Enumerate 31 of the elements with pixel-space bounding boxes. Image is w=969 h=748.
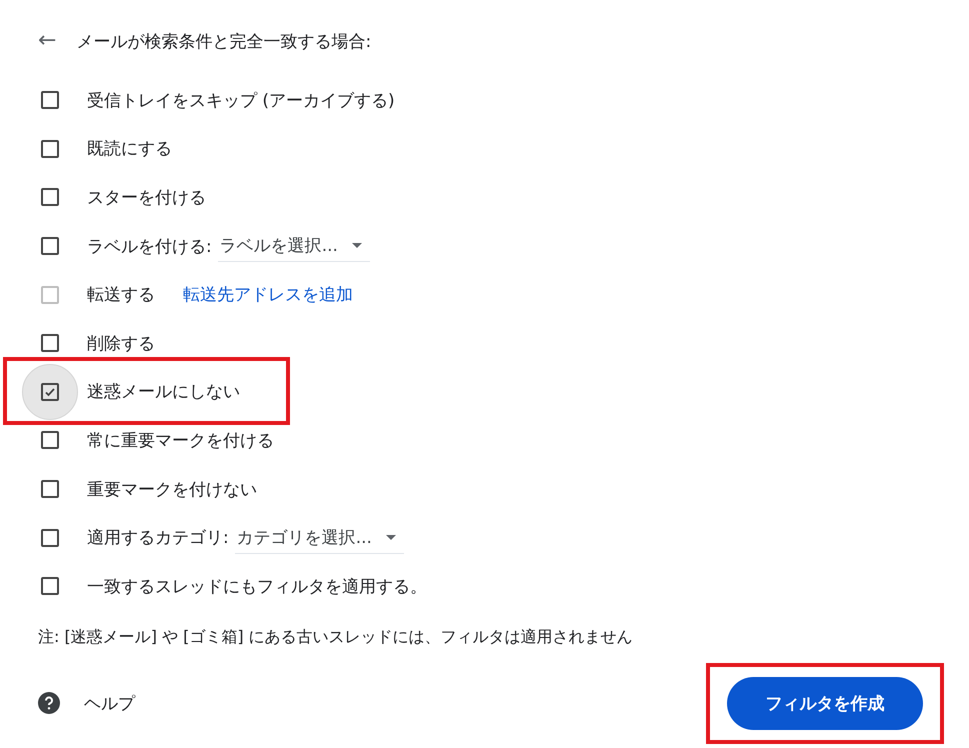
checkbox[interactable] [41,140,59,158]
dropdown[interactable]: カテゴリを選択... [234,522,404,554]
option-label: 適用するカテゴリ: [87,527,229,550]
checkbox[interactable] [41,480,59,498]
checkbox[interactable] [41,188,59,206]
check-icon [44,386,56,398]
checkbox[interactable] [41,91,59,110]
option-label: 常に重要マークを付ける [87,430,274,452]
option-label: 一致するスレッドにもフィルタを適用する。 [87,576,427,598]
option-label: 転送する [87,284,155,306]
option-label: 既読にする [87,138,172,160]
option-label: ラベルを付ける: [87,236,212,258]
dropdown-arrow-icon [386,534,396,540]
help-link[interactable]: ヘルプ [84,692,135,715]
note-text: 注: [迷惑メール] や [ゴミ箱] にある古いスレッドには、フィルタは適用されません [37,626,634,648]
checkbox[interactable] [41,334,59,352]
option-label: 受信トレイをスキップ (アーカイブする) [87,90,395,112]
dropdown[interactable]: ラベルを選択... [218,230,370,262]
help-icon[interactable] [38,692,60,714]
checkbox[interactable] [41,431,59,450]
dropdown-arrow-icon [352,243,362,248]
option-label: 削除する [87,332,155,355]
checkbox[interactable] [41,237,59,256]
filter-heading: メールが検索条件と完全一致する場合: [76,30,372,52]
checkbox[interactable] [41,577,59,596]
option-label: スターを付ける [87,186,206,209]
option-label: 迷惑メールにしない [87,381,240,404]
option-label: 重要マークを付けない [87,478,257,501]
back-arrow-icon[interactable]: ← [38,30,56,52]
checkbox[interactable] [41,528,59,547]
create-filter-button[interactable]: フィルタを作成 [727,676,923,730]
